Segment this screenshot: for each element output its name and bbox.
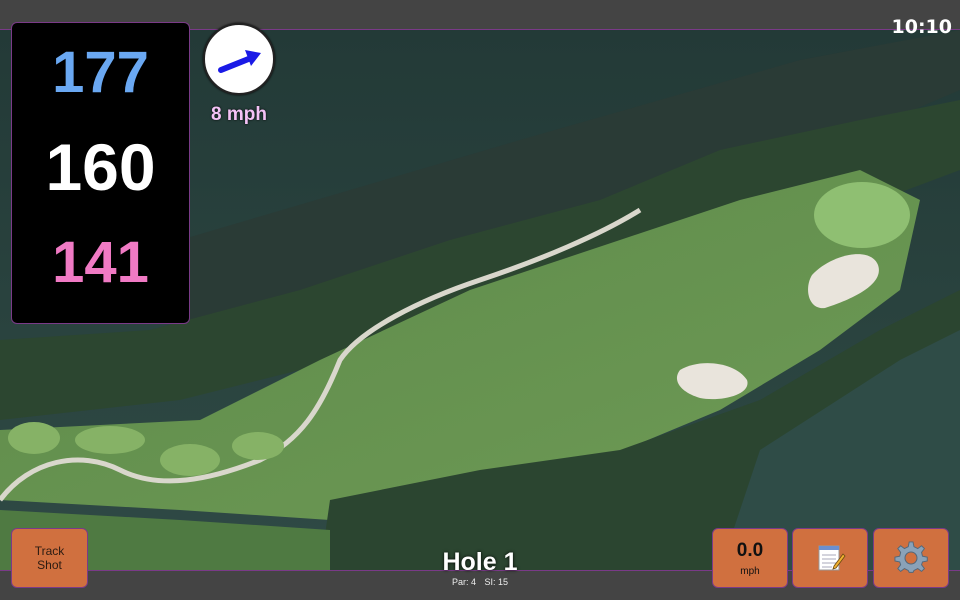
wind-speed-label: 8 mph xyxy=(211,104,267,125)
gear-icon xyxy=(894,541,928,573)
hole-details: Par: 4 SI: 15 xyxy=(380,577,580,587)
distance-front: 141 xyxy=(52,230,149,295)
hole-stroke-index: SI: 15 xyxy=(484,577,509,587)
distance-back: 177 xyxy=(52,40,149,105)
hole-title: Hole 1 xyxy=(442,548,518,576)
distance-panel: 177 160 141 xyxy=(11,22,190,324)
wind-arrow-icon xyxy=(218,50,261,73)
distance-middle: 160 xyxy=(45,130,156,204)
hole-par: Par: 4 xyxy=(451,577,476,587)
track-shot-label-line1: Track xyxy=(34,544,65,558)
speed-unit: mph xyxy=(740,565,760,577)
track-shot-button[interactable]: Track Shot xyxy=(11,528,88,588)
notes-button[interactable] xyxy=(792,528,868,588)
track-shot-label-line2: Shot xyxy=(37,558,62,572)
wind-indicator xyxy=(203,23,275,95)
notepad-icon xyxy=(818,545,846,571)
clock: 10:10 xyxy=(891,16,952,38)
speed-button[interactable]: 0.0 mph xyxy=(712,528,788,588)
settings-button[interactable] xyxy=(873,528,949,588)
speed-value: 0.0 xyxy=(736,539,764,561)
